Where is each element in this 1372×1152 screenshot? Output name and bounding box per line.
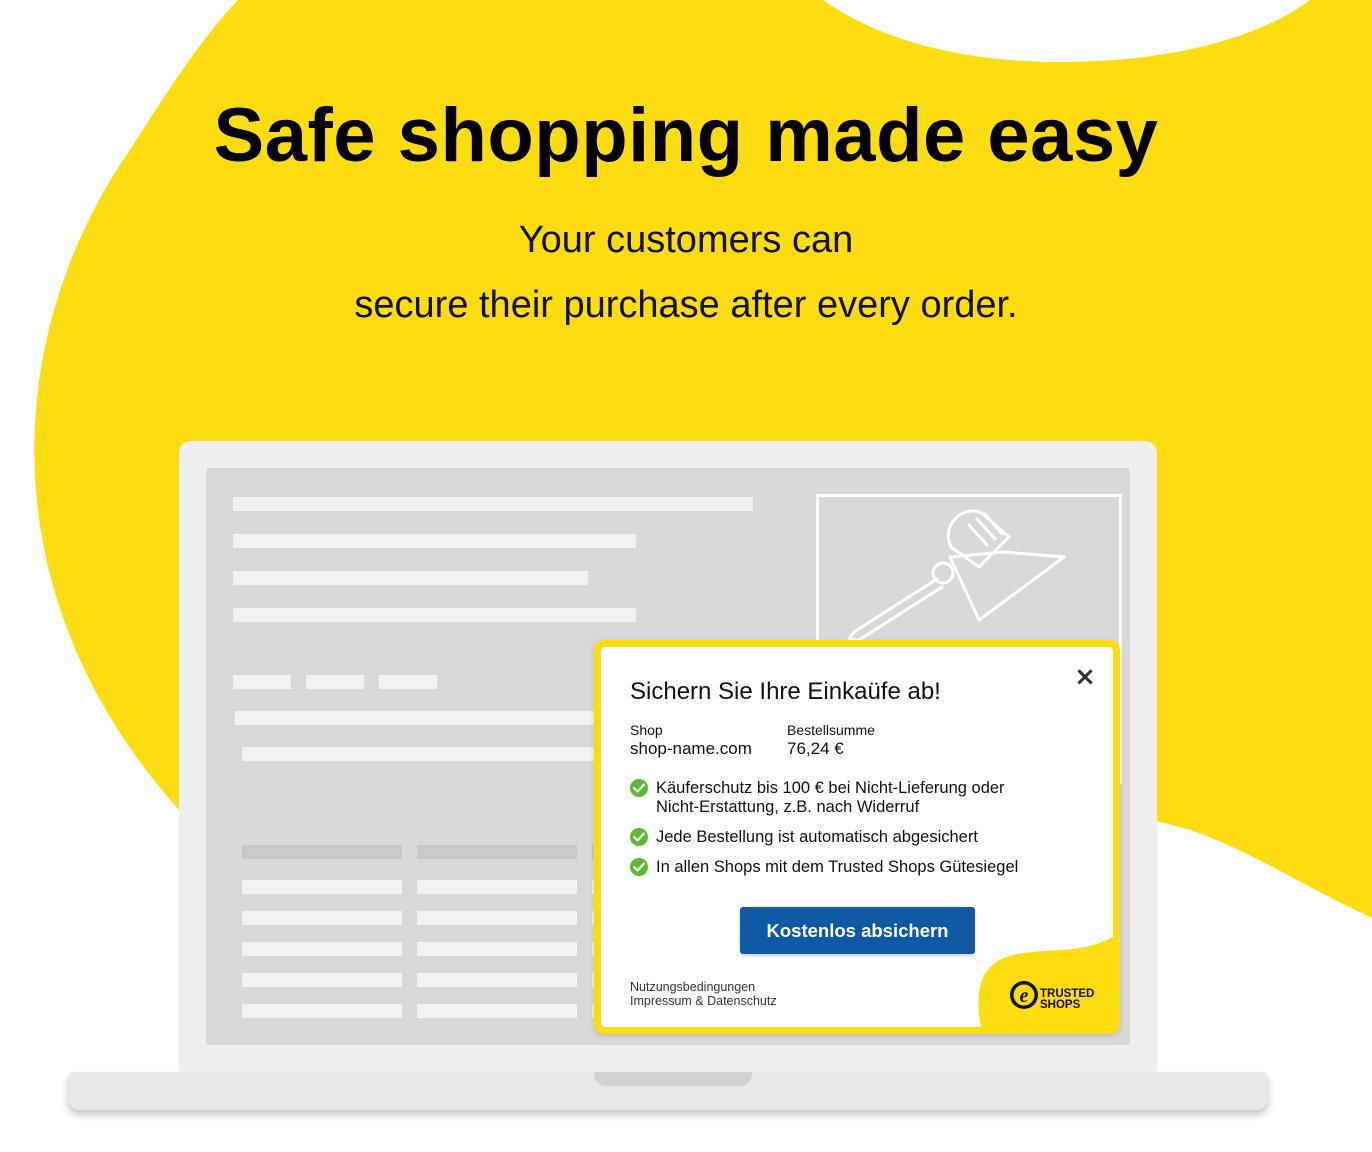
hero-subline-2: secure their purchase after every order. — [354, 284, 1018, 326]
placeholder-chip — [379, 675, 437, 689]
order-total-label: Bestellsumme — [787, 722, 875, 738]
placeholder-line — [233, 571, 588, 585]
benefit-item: Jede Bestellung ist automatisch abgesich… — [630, 828, 978, 847]
benefit-line: Käuferschutz bis 100 € bei Nicht-Lieferu… — [656, 779, 1005, 797]
imprint-privacy-link[interactable]: Impressum & Datenschutz — [630, 994, 777, 1008]
terms-link[interactable]: Nutzungsbedingungen — [630, 980, 755, 994]
laptop-notch — [594, 1072, 752, 1086]
placeholder-table-cell — [417, 911, 577, 925]
placeholder-line — [233, 608, 636, 622]
popup-card: Sichern Sie Ihre Einkaüfe ab! × Shop sho… — [601, 647, 1113, 1027]
logo-line-2: SHOPS — [1040, 999, 1081, 1011]
placeholder-line — [242, 747, 605, 761]
popup-title: Sichern Sie Ihre Einkaüfe ab! — [630, 678, 941, 705]
placeholder-table-cell — [417, 1004, 577, 1018]
hero-subline-1: Your customers can — [518, 219, 854, 261]
close-icon[interactable]: × — [1073, 664, 1097, 690]
placeholder-table-cell — [242, 880, 402, 894]
placeholder-table-cell — [242, 1004, 402, 1018]
placeholder-table-cell — [417, 880, 577, 894]
placeholder-table-header — [417, 845, 577, 859]
benefit-text: Jede Bestellung ist automatisch abgesich… — [656, 828, 978, 846]
shop-label: Shop — [630, 722, 663, 738]
placeholder-table-cell — [242, 942, 402, 956]
placeholder-line — [233, 497, 753, 511]
placeholder-table-cell — [242, 973, 402, 987]
shop-value: shop-name.com — [630, 739, 752, 758]
check-circle-icon — [630, 828, 648, 846]
placeholder-table-cell — [417, 973, 577, 987]
secure-free-button[interactable]: Kostenlos absichern — [740, 907, 975, 954]
placeholder-chip — [306, 675, 364, 689]
order-total-value: 76,24 € — [787, 739, 844, 758]
placeholder-line — [233, 534, 636, 548]
svg-text:e: e — [1020, 985, 1029, 1007]
placeholder-line — [235, 711, 605, 725]
placeholder-table-cell — [242, 911, 402, 925]
placeholder-table-cell — [417, 942, 577, 956]
placeholder-chip — [233, 675, 291, 689]
benefit-text: Käuferschutz bis 100 € bei Nicht-Lieferu… — [656, 779, 1005, 817]
benefit-line: Nicht-Erstattung, z.B. nach Widerruf — [656, 798, 920, 816]
placeholder-table-header — [242, 845, 402, 859]
check-circle-icon — [630, 779, 648, 797]
benefit-item: Käuferschutz bis 100 € bei Nicht-Lieferu… — [630, 779, 1005, 817]
benefit-item: In allen Shops mit dem Trusted Shops Güt… — [630, 858, 1018, 877]
trusted-shops-wordmark: TRUSTED SHOPS — [1040, 988, 1094, 1011]
buyer-protection-popup: Sichern Sie Ihre Einkaüfe ab! × Shop sho… — [594, 640, 1120, 1034]
check-circle-icon — [630, 858, 648, 876]
hero-headline: Safe shopping made easy — [213, 93, 1159, 178]
benefit-text: In allen Shops mit dem Trusted Shops Güt… — [656, 858, 1019, 876]
